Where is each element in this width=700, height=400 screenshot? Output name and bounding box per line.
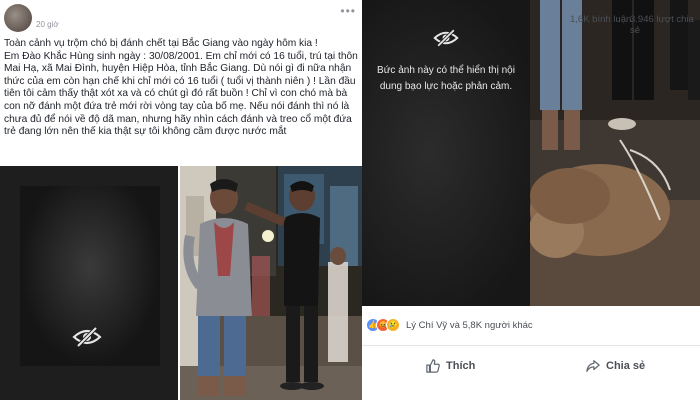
reactions-summary: 👍 😡 😢 Lý Chí Vỹ và 5,8K người khác: [362, 306, 700, 346]
eye-slash-icon: [433, 28, 459, 48]
post-paragraph-1: Toàn cảnh vụ trộm chó bị đánh chết tại B…: [4, 38, 318, 49]
avatar[interactable]: [4, 4, 32, 32]
photo-scene: [180, 166, 362, 400]
comments-count[interactable]: 1,6K bình luận: [570, 14, 631, 25]
post-photo-2[interactable]: [180, 166, 362, 400]
post-timestamp[interactable]: 20 giờ: [36, 20, 59, 29]
photo-scene-dog: [530, 0, 700, 306]
action-bar: Thích Chia sẻ: [362, 346, 700, 400]
share-button[interactable]: Chia sẻ: [586, 346, 645, 386]
post-text: Toàn cảnh vụ trộm chó bị đánh chết tại B…: [4, 38, 358, 139]
post-card: 20 giờ ••• Toàn cảnh vụ trộm chó bị đánh…: [0, 0, 362, 400]
thumbs-up-icon: [426, 359, 440, 373]
post-paragraph-2: Em Đào Khắc Hùng sinh ngày : 30/08/2001.…: [4, 50, 358, 138]
post-photo-4[interactable]: [530, 0, 700, 306]
share-arrow-icon: [586, 360, 600, 372]
more-options-icon[interactable]: •••: [340, 4, 356, 18]
eye-slash-icon: [72, 326, 102, 348]
reaction-names[interactable]: Lý Chí Vỹ và 5,8K người khác: [406, 320, 533, 331]
like-button-label: Thích: [446, 360, 476, 372]
shares-count[interactable]: 3.946 lượt chia sẻ: [630, 14, 700, 36]
sensitive-content-warning: Bức ảnh này có thể hiển thị nội dung bạo…: [377, 65, 515, 92]
hidden-photo-1[interactable]: [0, 166, 178, 400]
hidden-photo-3[interactable]: Bức ảnh này có thể hiển thị nội dung bạo…: [362, 0, 530, 306]
sad-reaction-icon: 😢: [386, 318, 400, 332]
like-button[interactable]: Thích: [426, 346, 475, 386]
share-button-label: Chia sẻ: [606, 360, 646, 372]
post-header: 20 giờ •••: [0, 0, 362, 36]
reaction-icons[interactable]: 👍 😡 😢: [366, 318, 402, 334]
